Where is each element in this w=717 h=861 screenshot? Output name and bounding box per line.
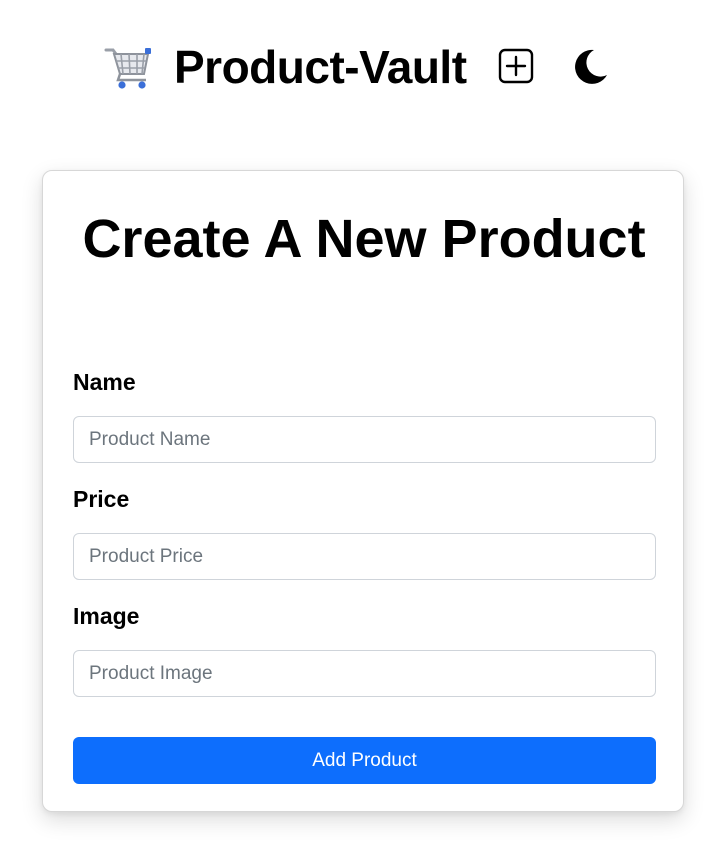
navbar: Product-Vault [0, 40, 717, 94]
name-label: Name [73, 369, 136, 395]
image-label: Image [73, 603, 140, 629]
add-product-button[interactable]: Add Product [73, 737, 656, 784]
product-image-input[interactable] [73, 650, 656, 697]
moon-icon[interactable] [570, 47, 610, 87]
plus-square-icon[interactable] [498, 48, 534, 84]
shopping-cart-icon [104, 48, 151, 89]
price-label: Price [73, 486, 130, 512]
create-product-card: Create A New Product Name Price Image Ad… [42, 170, 684, 812]
form-title: Create A New Product [82, 209, 646, 269]
product-name-input[interactable] [73, 416, 656, 463]
product-price-input[interactable] [73, 533, 656, 580]
brand-title[interactable]: Product-Vault [174, 40, 467, 94]
